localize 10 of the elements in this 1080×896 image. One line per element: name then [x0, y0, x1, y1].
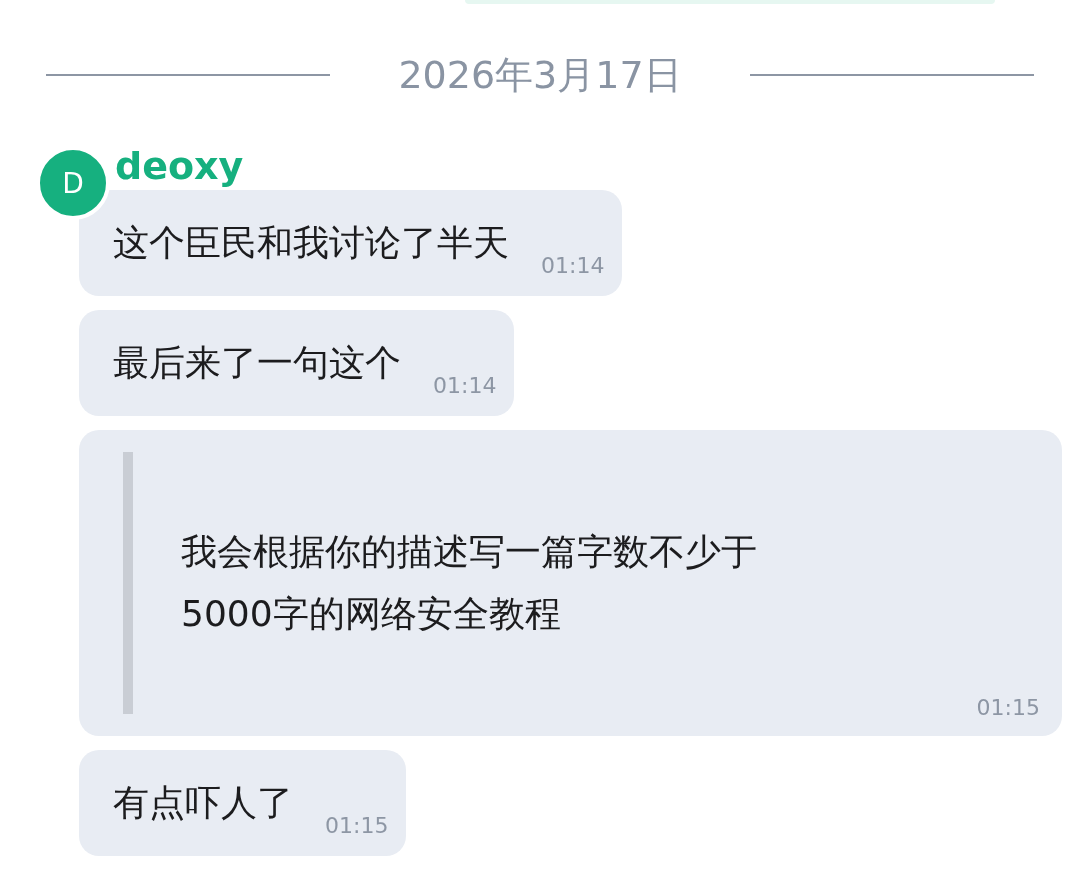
quote-text: 我会根据你的描述写一篇字数不少于 5000字的网络安全教程	[180, 530, 757, 636]
message-text: 有点吓人了	[113, 781, 293, 825]
sender-name: deoxy	[115, 143, 244, 190]
message-time: 01:15	[976, 694, 1040, 722]
message-time: 01:15	[325, 812, 389, 840]
message-text: 最后来了一句这个	[113, 341, 401, 385]
date-divider-text: 2026年3月17日	[397, 51, 683, 99]
message-text: 这个臣民和我讨论了半天	[113, 221, 509, 265]
message-time: 01:14	[541, 252, 605, 280]
message-time: 01:14	[433, 372, 497, 400]
